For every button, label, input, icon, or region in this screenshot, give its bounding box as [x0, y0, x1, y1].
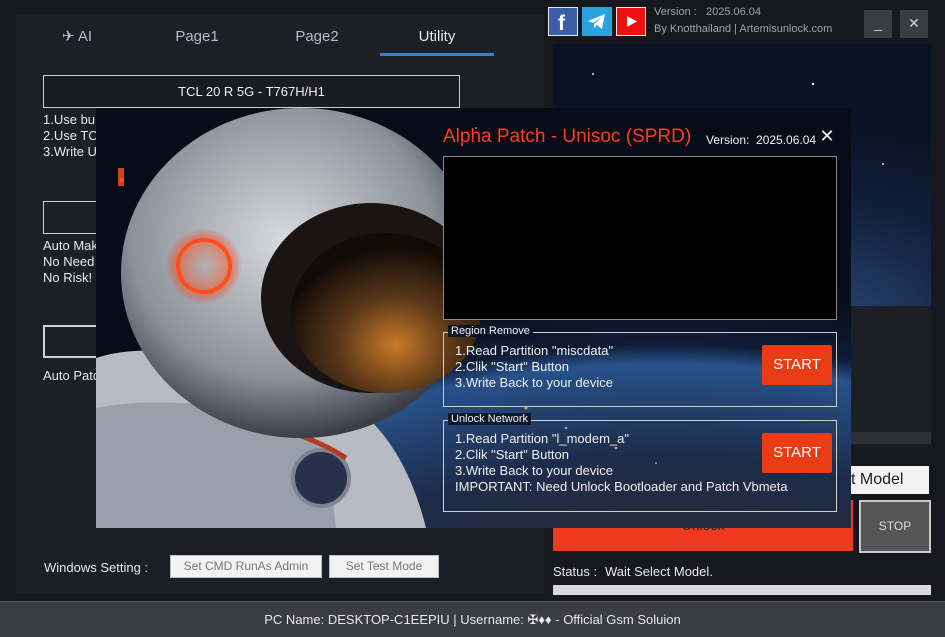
- step-line: 1.Read Partition "miscdata": [455, 343, 614, 358]
- instructions-list: 1.Use bu 2.Use TC 3.Write U: [43, 112, 98, 160]
- title-bar: f Version : 2025.06.04 By Knotthailand |…: [548, 0, 945, 44]
- app-window: ✈ AI Page1 Page2 Utility TCL 20 R 5G - T…: [0, 0, 945, 637]
- youtube-icon[interactable]: [616, 7, 646, 36]
- status-label: Status :: [553, 564, 598, 579]
- unlock-network-start-button[interactable]: START: [762, 433, 832, 473]
- step-line: 3.Write Back to your device: [455, 463, 613, 478]
- region-remove-group: Region Remove 1.Read Partition "miscdata…: [443, 325, 837, 407]
- set-test-mode-button[interactable]: Set Test Mode: [329, 555, 439, 578]
- close-dialog-icon[interactable]: ✕: [818, 127, 836, 145]
- author-line: By Knotthailand | Artemisunlock.com: [654, 23, 833, 35]
- tab-utility[interactable]: Utility: [380, 24, 494, 56]
- log-output: [443, 156, 837, 320]
- unlock-network-group: Unlock Network 1.Read Partition "l_modem…: [443, 413, 837, 512]
- facebook-icon[interactable]: f: [548, 7, 578, 36]
- dialog-version: Version: 2025.06.04: [706, 133, 816, 147]
- progress-bar: [553, 585, 931, 595]
- info-line: No Need: [43, 254, 95, 269]
- set-cmd-runas-admin-button[interactable]: Set CMD RunAs Admin: [170, 555, 322, 578]
- step-line: 2.Clik "Start" Button: [455, 447, 569, 462]
- region-remove-start-button[interactable]: START: [762, 345, 832, 385]
- action-button-ghost[interactable]: [43, 201, 103, 234]
- dialog-version-label: Version:: [706, 133, 750, 147]
- status-text: Wait Select Model.: [605, 564, 713, 579]
- info-line: Auto Mak: [43, 238, 98, 253]
- version-label: Version :: [654, 6, 697, 18]
- info-line: No Risk!: [43, 270, 93, 285]
- step-line: 1.Read Partition "l_modem_a": [455, 431, 629, 446]
- telegram-icon[interactable]: [582, 7, 612, 36]
- stop-button[interactable]: STOP: [859, 500, 931, 553]
- close-window-button[interactable]: ✕: [900, 10, 928, 38]
- dialog-title: Alpha Patch - Unisoc (SPRD): [443, 126, 692, 147]
- svg-text:f: f: [558, 12, 566, 35]
- status-footer: PC Name: DESKTOP-C1EEPIU | Username: ✠♦♦…: [0, 601, 945, 637]
- model-select[interactable]: TCL 20 R 5G - T767H/H1: [43, 75, 460, 108]
- minimize-button[interactable]: _: [864, 10, 892, 38]
- instruction-line: 1.Use bu: [43, 112, 96, 127]
- alpha-patch-dialog: Alpha Patch - Unisoc (SPRD) Version: 202…: [96, 108, 851, 528]
- tab-bar: ✈ AI Page1 Page2 Utility: [20, 24, 500, 58]
- tab-page1[interactable]: Page1: [140, 24, 254, 56]
- dialog-version-value: 2025.06.04: [756, 133, 817, 147]
- group-legend: Unlock Network: [448, 413, 532, 425]
- instruction-line: 3.Write U: [43, 144, 97, 159]
- auto-info-list: Auto Mak No Need No Risk!: [43, 238, 98, 286]
- group-legend: Region Remove: [448, 325, 533, 337]
- tab-page2[interactable]: Page2: [260, 24, 374, 56]
- important-note: IMPORTANT: Need Unlock Bootloader and Pa…: [455, 479, 788, 494]
- version-value: 2025.06.04: [705, 6, 762, 18]
- auto-patch-label: Auto Patc: [43, 368, 100, 383]
- step-line: 2.Clik "Start" Button: [455, 359, 569, 374]
- instruction-line: 2.Use TC: [43, 128, 98, 143]
- status-line: Status : Wait Select Model.: [553, 564, 713, 579]
- tab-ai[interactable]: ✈ AI: [20, 24, 134, 56]
- windows-setting-label: Windows Setting :: [44, 560, 149, 575]
- step-line: 3.Write Back to your device: [455, 375, 613, 390]
- auto-patch-button-ghost[interactable]: [43, 325, 103, 358]
- app-version: Version : 2025.06.04: [654, 6, 761, 18]
